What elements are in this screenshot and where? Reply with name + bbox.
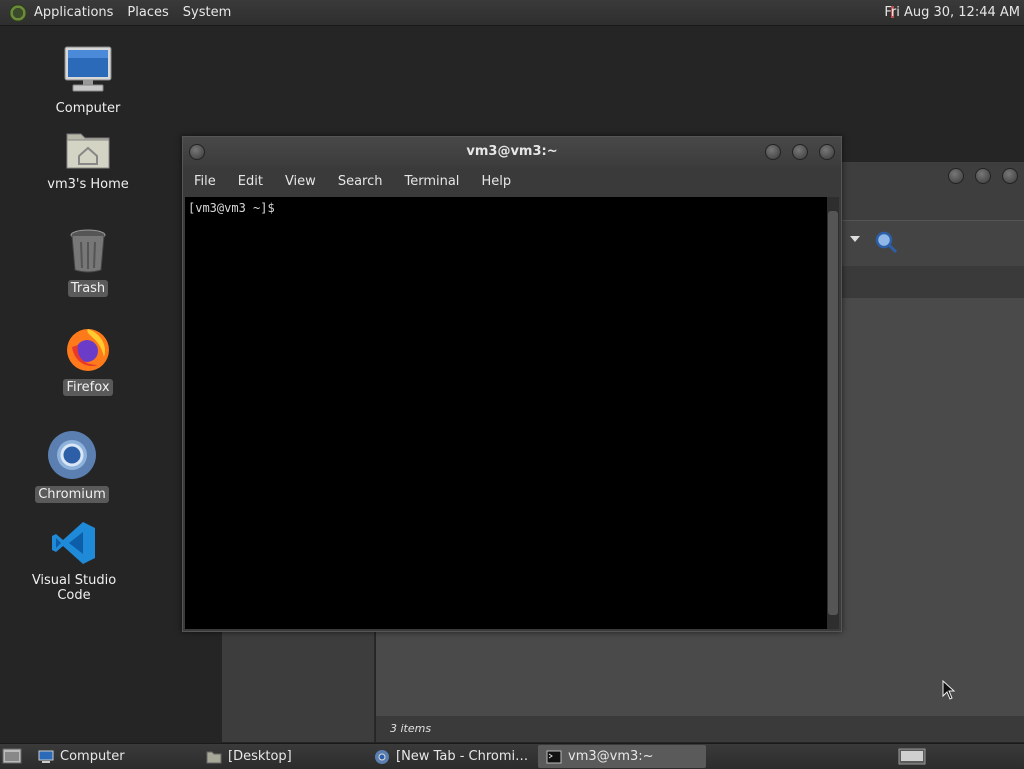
maximize-button[interactable] <box>792 144 808 160</box>
menu-terminal[interactable]: Terminal <box>393 174 470 189</box>
terminal-scrollbar[interactable] <box>827 197 839 629</box>
terminal-output[interactable]: [vm3@vm3 ~]$ <box>185 197 827 629</box>
close-button[interactable] <box>819 144 835 160</box>
file-manager-location-bar <box>842 266 1024 298</box>
search-icon[interactable] <box>874 230 898 254</box>
chromium-icon <box>375 749 389 764</box>
chromium-icon <box>48 431 96 479</box>
menu-file[interactable]: File <box>183 174 227 189</box>
file-manager-titlebar[interactable] <box>842 162 1024 220</box>
taskbar-item-label: [New Tab - Chromi… <box>396 749 529 764</box>
menu-edit[interactable]: Edit <box>227 174 274 189</box>
terminal-icon <box>546 750 562 763</box>
desktop-icon-label: Trash <box>67 280 109 297</box>
menu-search[interactable]: Search <box>327 174 394 189</box>
computer-icon <box>38 750 54 763</box>
desktop-icon-label: Computer <box>55 101 121 116</box>
minimize-button[interactable] <box>765 144 781 160</box>
vscode-icon <box>52 522 95 564</box>
taskbar-item-label: Computer <box>60 749 125 764</box>
terminal-menubar: File Edit View Search Terminal Help <box>183 167 841 195</box>
item-count: 3 items <box>390 722 432 735</box>
taskbar-item-computer[interactable]: Computer <box>30 745 198 768</box>
bottom-panel: Computer [Desktop] [New Tab - Chromi… vm… <box>0 743 1024 769</box>
clock[interactable]: Fri Aug 30, 12:44 AM <box>884 0 1020 25</box>
top-panel: Applications Places System Fri Aug 30, 1… <box>0 0 1024 26</box>
taskbar-item-chromium[interactable]: [New Tab - Chromi… <box>366 745 534 768</box>
scrollbar-thumb[interactable] <box>828 211 838 615</box>
menu-view[interactable]: View <box>274 174 327 189</box>
terminal-window[interactable]: vm3@vm3:~ File Edit View Search Terminal… <box>182 136 842 632</box>
desktop-icon-computer[interactable]: Computer <box>33 44 143 117</box>
desktop-icon-label: Visual Studio Code <box>31 573 117 603</box>
terminal-titlebar[interactable]: vm3@vm3:~ <box>183 137 841 167</box>
computer-icon <box>64 46 112 92</box>
minimize-button[interactable] <box>948 168 964 184</box>
desktop-icon-label: Firefox <box>63 379 113 396</box>
maximize-button[interactable] <box>975 168 991 184</box>
home-folder-icon <box>66 133 110 169</box>
close-button[interactable] <box>1002 168 1018 184</box>
window-title: vm3@vm3:~ <box>466 144 558 159</box>
trash-icon <box>70 229 106 273</box>
desktop-icon-vscode[interactable]: Visual Studio Code <box>19 520 129 604</box>
desktop-icon-chromium[interactable]: Chromium <box>17 430 127 503</box>
taskbar-item-desktop[interactable]: [Desktop] <box>198 745 366 768</box>
dropdown-arrow-icon[interactable] <box>850 236 860 242</box>
desktop-icon-home[interactable]: vm3's Home <box>33 128 143 193</box>
show-desktop-icon[interactable] <box>2 748 22 764</box>
file-manager-toolbar <box>842 220 1024 267</box>
firefox-icon <box>67 329 109 371</box>
workspace-switcher-icon[interactable] <box>898 748 926 765</box>
desktop-icon-label: Chromium <box>35 486 109 503</box>
desktop-icon-label: vm3's Home <box>47 177 129 192</box>
system-menu[interactable]: System <box>176 0 238 25</box>
taskbar-item-label: [Desktop] <box>228 749 292 764</box>
taskbar-item-terminal[interactable]: vm3@vm3:~ <box>538 745 706 768</box>
applications-menu[interactable]: Applications <box>27 0 120 25</box>
places-menu[interactable]: Places <box>120 0 175 25</box>
shell-prompt: [vm3@vm3 ~]$ <box>188 201 275 215</box>
folder-icon <box>206 751 222 763</box>
file-manager-statusbar: 3 items <box>376 716 1024 742</box>
applications-menu-icon[interactable] <box>9 3 27 22</box>
desktop-icon-trash[interactable]: Trash <box>33 228 143 297</box>
desktop-icon-firefox[interactable]: Firefox <box>33 325 143 396</box>
mouse-cursor-icon <box>942 680 956 700</box>
taskbar-item-label: vm3@vm3:~ <box>568 749 654 764</box>
menu-help[interactable]: Help <box>470 174 522 189</box>
